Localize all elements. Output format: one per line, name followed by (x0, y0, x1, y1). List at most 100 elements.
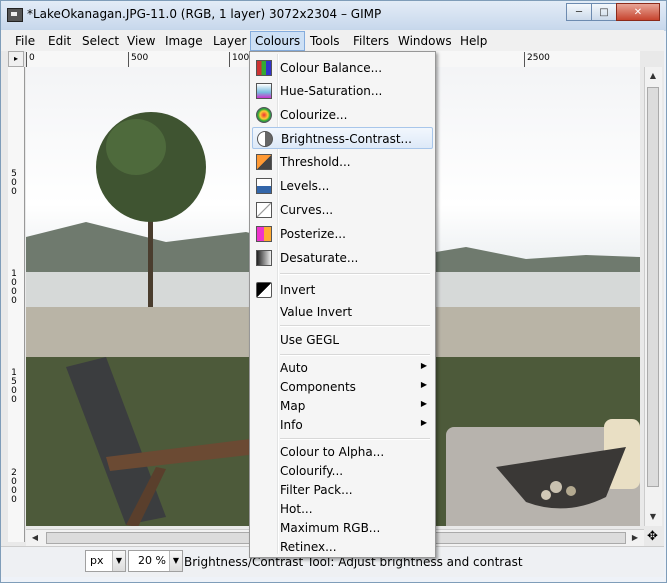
menu-item-label: Desaturate... (280, 251, 359, 265)
menu-separator (280, 438, 430, 440)
posterize-icon (256, 226, 272, 242)
menu-item-hue-saturation[interactable]: Hue-Saturation... (252, 80, 433, 102)
menu-item-threshold[interactable]: Threshold... (252, 151, 433, 173)
gimp-app-icon (7, 8, 23, 22)
menu-item-label: Auto (280, 361, 308, 375)
chevron-down-icon: ▼ (112, 551, 125, 571)
scroll-left-icon[interactable]: ◀ (28, 531, 42, 545)
title-bar[interactable]: *LakeOkanagan.JPG-11.0 (RGB, 1 layer) 30… (1, 1, 666, 29)
minimize-button[interactable]: ─ (566, 3, 592, 21)
window-controls: ─ □ ✕ (566, 3, 660, 21)
menu-item-label: Value Invert (280, 305, 353, 319)
ruler-tick-line (26, 52, 27, 67)
menu-edit[interactable]: Edit (44, 33, 75, 49)
invert-icon (256, 282, 272, 298)
menu-colours[interactable]: Colours (250, 31, 306, 51)
levels-icon (256, 178, 272, 194)
menu-item-colourize[interactable]: Colourize... (252, 104, 433, 126)
menu-item-value-invert[interactable]: Value Invert (252, 301, 433, 323)
menu-windows[interactable]: Windows (394, 33, 456, 49)
menu-item-label: Map (280, 399, 306, 413)
colours-dropdown-menu: Colour Balance... Hue-Saturation... Colo… (249, 51, 436, 558)
zoom-value: 20 % (138, 554, 166, 567)
menu-item-label: Curves... (280, 203, 334, 217)
menu-item-label: Invert (280, 283, 316, 297)
ruler-label: 0 (11, 495, 17, 505)
menu-item-label: Retinex... (280, 540, 337, 554)
menu-item-label: Use GEGL (280, 333, 340, 347)
scroll-right-icon[interactable]: ▶ (628, 531, 642, 545)
ruler-label: 2500 (527, 53, 550, 63)
desaturate-icon (256, 250, 272, 266)
ruler-label: 0 (11, 187, 17, 197)
menu-item-label: Info (280, 418, 303, 432)
menu-separator (280, 325, 430, 327)
menu-select[interactable]: Select (78, 33, 123, 49)
colour-balance-icon (256, 60, 272, 76)
zoom-selector[interactable]: 20 % ▼ (128, 550, 183, 572)
vertical-scroll-thumb[interactable] (647, 87, 659, 487)
unit-selector[interactable]: px ▼ (85, 550, 126, 572)
ruler-label: 500 (131, 53, 149, 63)
menu-item-label: Colourify... (280, 464, 344, 478)
menu-item-label: Maximum RGB... (280, 521, 381, 535)
menu-item-retinex[interactable]: Retinex... (252, 536, 433, 558)
menu-item-levels[interactable]: Levels... (252, 175, 433, 197)
submenu-arrow-icon: ▶ (420, 380, 427, 389)
brightness-contrast-icon (257, 131, 273, 147)
menu-item-label: Levels... (280, 179, 330, 193)
menu-tools[interactable]: Tools (306, 33, 344, 49)
stone-bowl (496, 447, 626, 509)
scroll-down-icon[interactable]: ▼ (646, 510, 660, 524)
menu-item-label: Filter Pack... (280, 483, 353, 497)
menu-item-colour-balance[interactable]: Colour Balance... (252, 57, 433, 79)
navigate-icon[interactable]: ✥ (644, 529, 661, 546)
chevron-down-icon: ▼ (169, 551, 182, 571)
curves-icon (256, 202, 272, 218)
menu-item-use-gegl[interactable]: Use GEGL (252, 329, 433, 351)
menu-separator (280, 354, 430, 356)
threshold-icon (256, 154, 272, 170)
ruler-label: 0 (29, 53, 35, 63)
ruler-label: 0 (11, 395, 17, 405)
submenu-arrow-icon: ▶ (420, 361, 427, 370)
menu-item-label: Hue-Saturation... (280, 84, 383, 98)
quick-mask-toggle[interactable]: ▸ (8, 51, 24, 67)
menu-bar: File Edit Select View Image Layer Colour… (1, 30, 664, 52)
maximize-button[interactable]: □ (591, 3, 617, 21)
vertical-scrollbar[interactable]: ▲ ▼ (644, 67, 662, 526)
colourize-icon (256, 107, 272, 123)
menu-item-brightness-contrast[interactable]: Brightness-Contrast... (252, 127, 433, 149)
menu-item-invert[interactable]: Invert (252, 279, 433, 301)
tree (96, 112, 206, 307)
menu-help[interactable]: Help (456, 33, 491, 49)
menu-item-label: Colour to Alpha... (280, 445, 385, 459)
menu-image[interactable]: Image (161, 33, 207, 49)
ruler-tick-line (229, 52, 230, 67)
menu-layer[interactable]: Layer (209, 33, 250, 49)
menu-item-label: Colourize... (280, 108, 348, 122)
vertical-ruler[interactable]: 5 0 0 1 0 0 0 1 5 0 0 2 0 0 0 (8, 67, 25, 542)
menu-item-label: Colour Balance... (280, 61, 383, 75)
menu-item-desaturate[interactable]: Desaturate... (252, 247, 433, 269)
ruler-tick-line (128, 52, 129, 67)
submenu-arrow-icon: ▶ (420, 418, 427, 427)
menu-view[interactable]: View (123, 33, 159, 49)
hue-saturation-icon (256, 83, 272, 99)
menu-file[interactable]: File (11, 33, 39, 49)
unit-value: px (90, 554, 104, 567)
ruler-label: 0 (11, 296, 17, 306)
ruler-tick-line (524, 52, 525, 67)
patio-chair (66, 357, 266, 526)
menu-item-label: Brightness-Contrast... (281, 132, 412, 146)
menu-item-label: Posterize... (280, 227, 346, 241)
close-button[interactable]: ✕ (616, 3, 660, 21)
menu-item-label: Hot... (280, 502, 313, 516)
menu-item-label: Components (280, 380, 356, 394)
menu-item-posterize[interactable]: Posterize... (252, 223, 433, 245)
menu-item-info[interactable]: Info ▶ (252, 414, 433, 436)
scroll-up-icon[interactable]: ▲ (646, 69, 660, 83)
menu-filters[interactable]: Filters (349, 33, 393, 49)
menu-item-label: Threshold... (280, 155, 351, 169)
menu-item-curves[interactable]: Curves... (252, 199, 433, 221)
